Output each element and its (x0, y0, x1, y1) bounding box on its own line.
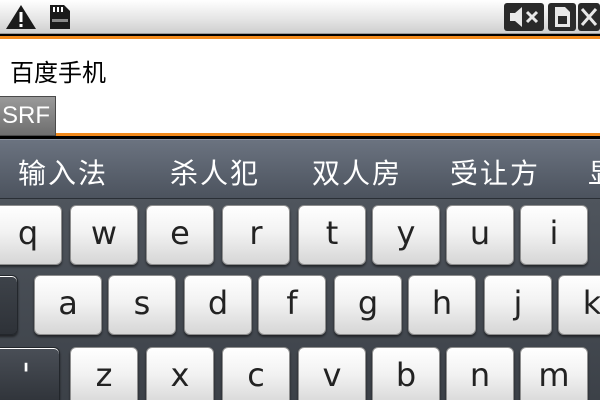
no-signal-icon (578, 3, 600, 35)
key-c[interactable]: c (222, 347, 290, 400)
key-j[interactable]: j (484, 275, 552, 335)
key-e[interactable]: e (146, 205, 214, 265)
key-y[interactable]: y (372, 205, 440, 265)
key-b[interactable]: b (372, 347, 440, 400)
candidate-word[interactable]: 双人房 (312, 152, 402, 192)
candidate-word[interactable]: 显 (588, 152, 600, 192)
key-d[interactable]: d (184, 275, 252, 335)
input-text: 百度手机 (10, 59, 106, 87)
key-i[interactable]: i (520, 205, 588, 265)
key-n[interactable]: n (446, 347, 514, 400)
key-t[interactable]: t (298, 205, 366, 265)
key-r[interactable]: r (222, 205, 290, 265)
sim-card-icon (548, 3, 576, 35)
key-s[interactable]: s (108, 275, 176, 335)
key-stub-left (0, 275, 18, 335)
candidate-word[interactable]: 受让方 (450, 152, 540, 192)
key-w[interactable]: w (70, 205, 138, 265)
key-g[interactable]: g (334, 275, 402, 335)
key-h[interactable]: h (408, 275, 476, 335)
text-input-field[interactable]: 百度手机 (0, 36, 600, 136)
key-z[interactable]: z (70, 347, 138, 400)
key-apostrophe[interactable]: ' (0, 347, 60, 400)
candidate-bar: 输入法 杀人犯 双人房 受让方 显 (0, 139, 600, 199)
warning-icon (4, 3, 38, 35)
keyboard: q w e r t y u i a s d f g h j k ' z x c … (0, 199, 600, 400)
key-u[interactable]: u (446, 205, 514, 265)
key-q[interactable]: q (0, 205, 62, 265)
ime-label: SRF (0, 96, 56, 136)
status-bar (0, 0, 600, 34)
key-m[interactable]: m (520, 347, 588, 400)
key-f[interactable]: f (258, 275, 326, 335)
key-x[interactable]: x (146, 347, 214, 400)
sd-card-icon (44, 3, 74, 35)
candidate-word[interactable]: 杀人犯 (170, 152, 260, 192)
mute-icon (504, 3, 544, 35)
key-a[interactable]: a (34, 275, 102, 335)
key-k[interactable]: k (558, 275, 600, 335)
candidate-word[interactable]: 输入法 (18, 152, 108, 192)
key-v[interactable]: v (298, 347, 366, 400)
